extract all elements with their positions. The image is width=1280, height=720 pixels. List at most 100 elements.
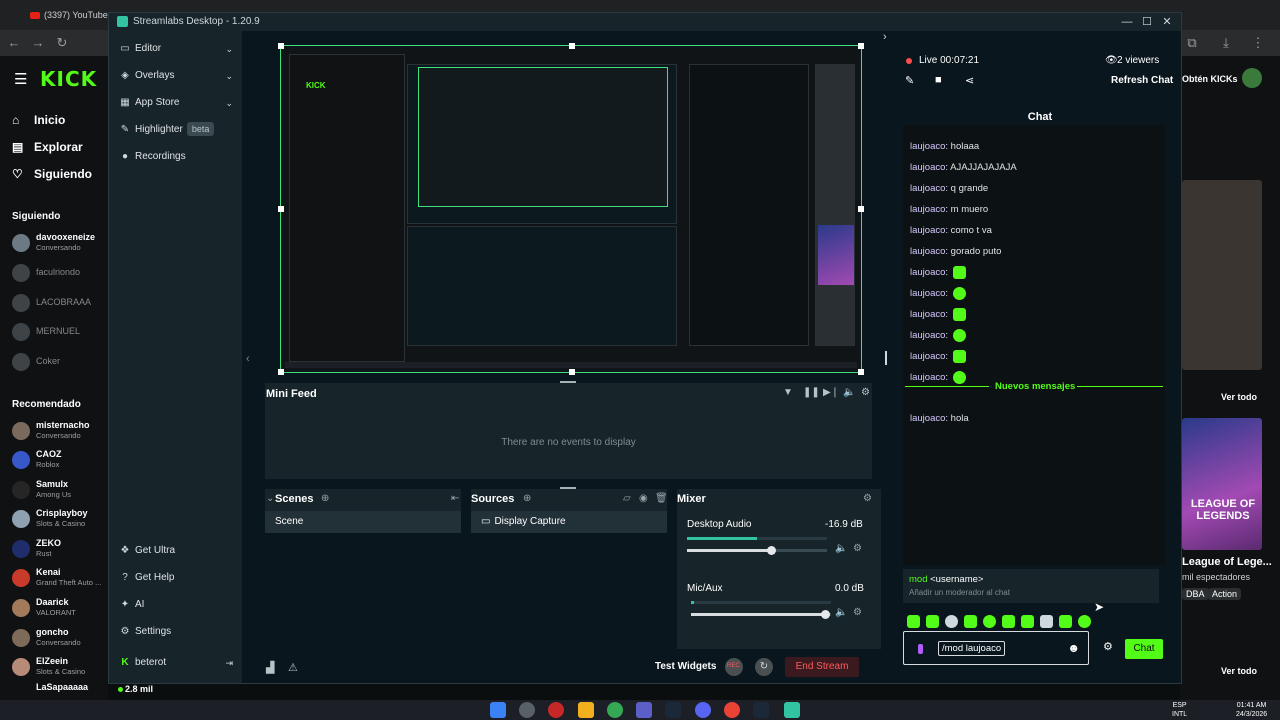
end-stream-button[interactable]: End Stream xyxy=(785,657,859,677)
test-widgets-button[interactable]: Test Widgets xyxy=(655,661,716,672)
expand-chevron-icon[interactable]: › xyxy=(883,31,887,43)
nav-settings[interactable]: ⚙ Settings xyxy=(119,622,237,642)
gear-icon[interactable]: ⚙ xyxy=(1103,640,1113,653)
discord-icon[interactable] xyxy=(695,702,711,718)
kick-emote-icon[interactable] xyxy=(945,615,958,628)
kick-emote-icon[interactable] xyxy=(1002,615,1015,628)
back-icon[interactable]: ← xyxy=(6,35,22,51)
recommended-channel[interactable]: ElZeein Slots & Casino xyxy=(12,654,106,680)
skip-icon[interactable]: ▶❘ xyxy=(823,387,839,398)
alert-icon[interactable]: ⚠ xyxy=(288,661,298,674)
volume-slider[interactable] xyxy=(691,610,831,619)
recommended-channel[interactable]: Samulx Among Us xyxy=(12,477,106,503)
stats-icon[interactable]: ▟ xyxy=(266,661,274,674)
recommended-channel[interactable]: misternacho Conversando xyxy=(12,418,106,444)
resize-handle[interactable] xyxy=(858,369,864,375)
gear-icon[interactable]: ⚙ xyxy=(853,607,862,618)
rec-button[interactable]: REC xyxy=(725,658,743,676)
recommended-channel[interactable]: CAOZ Roblox xyxy=(12,447,106,473)
collapse-chevron-icon[interactable]: ‹ xyxy=(246,353,250,365)
nav-editor[interactable]: ▭ Editor ⌄ xyxy=(119,39,237,59)
ver-todo-link[interactable]: Ver todo xyxy=(1221,666,1257,676)
folder-icon[interactable]: ▱ xyxy=(623,493,631,504)
chat-input[interactable]: /mod laujoaco ☻ xyxy=(903,631,1089,665)
file-explorer-icon[interactable] xyxy=(578,702,594,718)
resize-handle[interactable] xyxy=(278,369,284,375)
kick-emote-icon[interactable] xyxy=(1021,615,1034,628)
following-channel[interactable]: MERNUEL xyxy=(12,319,106,345)
add-scene-icon[interactable]: ⊕ xyxy=(321,493,329,504)
emoji-icon[interactable]: ☻ xyxy=(1067,641,1080,655)
tag-chip[interactable]: Action xyxy=(1208,588,1242,600)
kick-logo[interactable]: KICK xyxy=(40,67,97,91)
opera-icon[interactable] xyxy=(548,702,564,718)
resize-handle[interactable] xyxy=(569,43,575,49)
volume-knob[interactable] xyxy=(767,546,776,555)
speaker-icon[interactable]: 🔈 xyxy=(835,607,847,618)
filter-icon[interactable]: ▼ xyxy=(783,387,793,398)
nav-overlays[interactable]: ◈ Overlays ⌄ xyxy=(119,66,237,86)
card-title[interactable]: League of Lege... xyxy=(1182,556,1272,568)
send-chat-button[interactable]: Chat xyxy=(1125,639,1163,659)
recommended-channel[interactable]: Crisplayboy Slots & Casino xyxy=(12,506,106,532)
refresh-chat-button[interactable]: Refresh Chat xyxy=(1111,75,1173,86)
command-suggestion[interactable]: mod <username> Añadir un moderador al ch… xyxy=(903,569,1159,603)
following-channel[interactable]: faculriondo xyxy=(12,260,106,286)
replay-buffer-icon[interactable]: ↻ xyxy=(755,658,773,676)
gear-icon[interactable]: ⚙ xyxy=(861,387,870,398)
add-source-icon[interactable]: ⊕ xyxy=(523,493,531,504)
mic-icon[interactable] xyxy=(918,644,923,654)
pause-icon[interactable]: ❚❚ xyxy=(803,387,820,398)
resize-handle[interactable] xyxy=(278,206,284,212)
gear-icon[interactable]: ⚙ xyxy=(863,493,872,504)
nav-ai[interactable]: ✦ AI xyxy=(119,595,237,615)
share-icon[interactable]: ⋖ xyxy=(965,74,974,87)
steam-icon[interactable] xyxy=(753,702,769,718)
recommended-channel[interactable]: goncho Conversando xyxy=(12,625,106,651)
minimize-icon[interactable]: — xyxy=(1119,14,1135,30)
scene-row[interactable]: Scene xyxy=(265,511,461,533)
nav-get-ultra[interactable]: ❖ Get Ultra xyxy=(119,541,237,561)
following-channel[interactable]: LACOBRAAA xyxy=(12,290,106,316)
preview-scrollbar[interactable] xyxy=(885,351,887,365)
stream-thumbnail[interactable] xyxy=(1182,180,1262,370)
kick-emote-icon[interactable] xyxy=(964,615,977,628)
resize-handle[interactable] xyxy=(569,369,575,375)
nav-get-help[interactable]: ? Get Help xyxy=(119,568,237,588)
delete-icon[interactable]: 🗑 xyxy=(655,493,668,504)
teams-icon[interactable] xyxy=(636,702,652,718)
resize-handle[interactable] xyxy=(858,43,864,49)
source-row[interactable]: ▭ Display Capture xyxy=(471,511,667,533)
kick-emote-icon[interactable] xyxy=(907,615,920,628)
recommended-channel[interactable]: ZEKO Rust xyxy=(12,536,106,562)
chrome-icon[interactable] xyxy=(724,702,740,718)
windows-start-icon[interactable] xyxy=(490,702,506,718)
kick-emote-icon[interactable] xyxy=(1040,615,1053,628)
close-icon[interactable]: ✕ xyxy=(1159,14,1175,30)
download-icon[interactable]: ⤓ xyxy=(1218,35,1234,51)
chrome-icon[interactable] xyxy=(607,702,623,718)
nav-recordings[interactable]: ● Recordings xyxy=(119,147,237,167)
nav-app-store[interactable]: ▦ App Store ⌄ xyxy=(119,93,237,113)
visibility-icon[interactable]: ◉ xyxy=(639,493,648,504)
chat-input-value[interactable]: /mod laujoaco xyxy=(938,641,1006,656)
extensions-icon[interactable]: ⧉ xyxy=(1184,35,1200,51)
league-thumbnail[interactable]: LEAGUE OF LEGENDS xyxy=(1182,418,1262,550)
chrome-icon[interactable] xyxy=(519,702,535,718)
resize-handle[interactable] xyxy=(278,43,284,49)
volume-mute-icon[interactable]: 🔈 xyxy=(843,387,855,398)
kick-emote-icon[interactable] xyxy=(1078,615,1091,628)
transition-icon[interactable]: ⇤ xyxy=(451,493,459,504)
kick-nav-siguiendo[interactable]: ♡ Siguiendo xyxy=(12,164,92,184)
volume-knob[interactable] xyxy=(821,610,831,619)
reload-icon[interactable]: ↻ xyxy=(54,35,70,51)
browser-tab-youtube[interactable]: (3397) YouTube xyxy=(30,4,116,26)
nav-user[interactable]: Kbeterot ⇥ xyxy=(119,653,237,673)
steam-icon[interactable] xyxy=(665,702,681,718)
volume-slider[interactable] xyxy=(687,546,827,555)
kick-emote-icon[interactable] xyxy=(1059,615,1072,628)
clock[interactable]: 01:41 AM 24/3/2026 xyxy=(1236,701,1267,719)
following-channel[interactable]: davooxeneize Conversando xyxy=(12,230,106,256)
menu-dots-icon[interactable]: ⋮ xyxy=(1250,35,1266,51)
streamlabs-icon[interactable] xyxy=(784,702,800,718)
